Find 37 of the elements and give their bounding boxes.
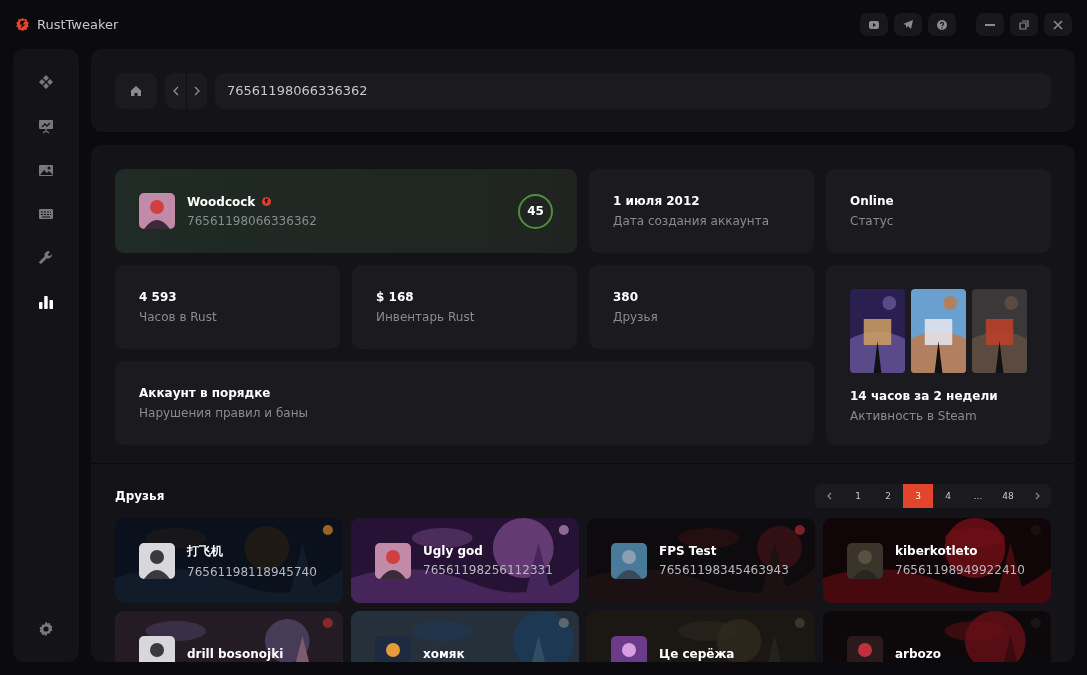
stat-value: 1 июля 2012 xyxy=(613,194,701,208)
section-title: Друзья xyxy=(115,489,165,503)
stat-label: Активность в Steam xyxy=(850,409,978,423)
stat-label: Часов в Rust xyxy=(139,310,218,324)
level-badge: 45 xyxy=(518,193,553,229)
stat-value: 380 xyxy=(613,290,640,304)
window-title: RustTweaker xyxy=(37,17,119,32)
stat-value: 14 часов за 2 недели xyxy=(850,389,999,403)
stat-label: Статус xyxy=(850,214,895,228)
steam-id: 76561198066336362 xyxy=(187,213,318,228)
page-button[interactable]: 4 xyxy=(933,484,963,508)
presentation-icon[interactable] xyxy=(36,117,56,135)
paper-plane-icon[interactable] xyxy=(894,13,922,36)
stat-label: Нарушения правил и баны xyxy=(139,406,309,420)
close-icon[interactable] xyxy=(1044,13,1072,36)
stats-icon[interactable] xyxy=(36,293,56,311)
stat-value: Online xyxy=(850,194,895,208)
stat-value: $ 168 xyxy=(376,290,415,304)
logo-icon xyxy=(261,196,273,207)
page-button[interactable]: ... xyxy=(963,484,993,508)
stat-label: Друзья xyxy=(613,310,659,324)
stat-label: Дата создания аккаунта xyxy=(613,214,771,228)
logo-icon xyxy=(15,17,30,32)
restore-icon[interactable] xyxy=(1010,13,1038,36)
page-button[interactable]: 2 xyxy=(873,484,903,508)
address-field[interactable]: 76561198066336362 xyxy=(215,72,1051,109)
page-button[interactable]: 48 xyxy=(993,484,1023,508)
minimize-icon[interactable] xyxy=(976,13,1004,36)
help-icon[interactable] xyxy=(928,13,956,36)
stat-value: Аккаунт в порядке xyxy=(139,386,272,400)
profile-name: Woodcock xyxy=(187,194,256,209)
page-button[interactable]: 1 xyxy=(843,484,873,508)
page-button[interactable]: 3 xyxy=(903,484,933,508)
home-icon[interactable] xyxy=(115,72,157,109)
stat-label: Инвентарь Rust xyxy=(376,310,476,324)
video-icon[interactable] xyxy=(860,13,888,36)
stat-value: 4 593 xyxy=(139,290,178,304)
